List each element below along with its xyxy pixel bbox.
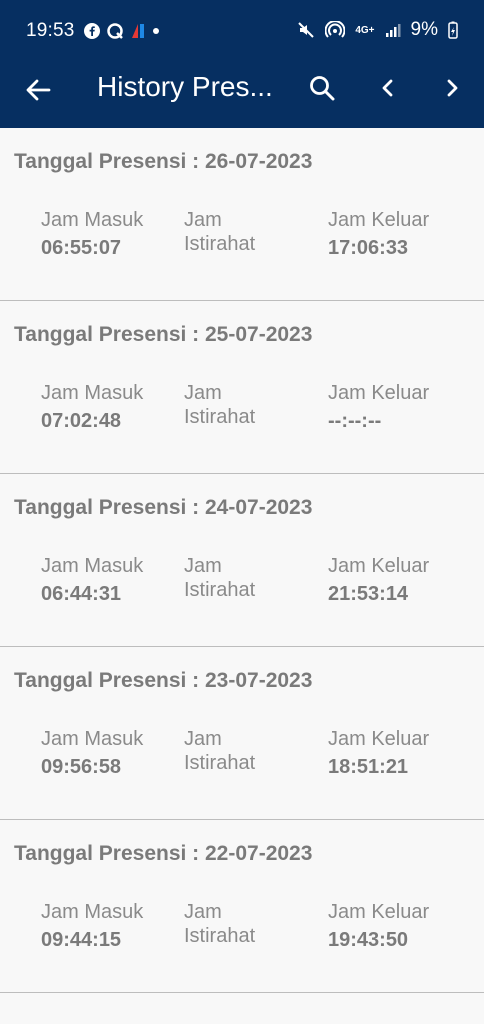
break-label: Jam Istirahat <box>184 555 256 601</box>
check-in-label: Jam Masuk <box>41 209 144 231</box>
check-in-column: Jam Masuk 06:44:31 <box>41 554 143 606</box>
break-column: Jam Istirahat <box>184 381 294 433</box>
check-in-time: 09:56:58 <box>41 756 122 778</box>
mute-icon <box>297 21 315 39</box>
attendance-card[interactable]: Tanggal Presensi : 24-07-2023 Jam Masuk 0… <box>0 474 484 647</box>
check-in-label: Jam Masuk <box>41 728 144 750</box>
check-out-time: 17:06:33 <box>328 237 409 259</box>
check-out-label: Jam Keluar <box>328 728 430 750</box>
dot-icon <box>152 27 160 35</box>
app-q-icon <box>106 22 124 40</box>
chevron-right-icon <box>447 79 458 97</box>
attendance-date: Tanggal Presensi : 23-07-2023 <box>14 669 313 692</box>
status-time: 19:53 <box>26 20 75 41</box>
battery-percent: 9% <box>410 19 438 40</box>
break-column: Jam Istirahat <box>184 208 294 260</box>
break-column: Jam Istirahat <box>184 554 294 606</box>
previous-button[interactable] <box>368 68 408 108</box>
break-column: Jam Istirahat <box>184 900 294 952</box>
check-in-time: 09:44:15 <box>41 929 122 951</box>
break-label: Jam Istirahat <box>184 901 256 947</box>
break-label: Jam Istirahat <box>184 209 256 255</box>
check-out-time: --:--:-- <box>328 410 382 432</box>
check-out-label: Jam Keluar <box>328 382 430 404</box>
page-title: History Pres... <box>97 71 273 102</box>
search-icon <box>310 76 335 101</box>
back-button[interactable] <box>18 70 58 110</box>
check-out-time: 19:43:50 <box>328 929 409 951</box>
check-in-label: Jam Masuk <box>41 901 144 923</box>
check-in-column: Jam Masuk 09:44:15 <box>41 900 143 952</box>
check-out-column: Jam Keluar --:--:-- <box>328 381 429 433</box>
attendance-date: Tanggal Presensi : 22-07-2023 <box>14 842 313 865</box>
attendance-date: Tanggal Presensi : 26-07-2023 <box>14 150 313 173</box>
check-in-column: Jam Masuk 07:02:48 <box>41 381 143 433</box>
break-column: Jam Istirahat <box>184 727 294 779</box>
arrow-left-icon <box>26 79 51 101</box>
status-bar: 19:53 4G+ 9% <box>0 0 484 52</box>
attendance-date: Tanggal Presensi : 25-07-2023 <box>14 323 313 346</box>
check-in-column: Jam Masuk 09:56:58 <box>41 727 143 779</box>
chevron-left-icon <box>382 79 393 97</box>
check-out-label: Jam Keluar <box>328 901 430 923</box>
check-in-label: Jam Masuk <box>41 555 144 577</box>
network-4g-icon: 4G+ <box>355 24 375 36</box>
check-out-time: 18:51:21 <box>328 756 409 778</box>
check-in-label: Jam Masuk <box>41 382 144 404</box>
attendance-history-list: Tanggal Presensi : 26-07-2023 Jam Masuk 0… <box>0 128 484 993</box>
hotspot-icon <box>325 21 346 39</box>
break-label: Jam Istirahat <box>184 728 256 774</box>
app-bar: History Pres... <box>0 52 484 128</box>
attendance-card[interactable]: Tanggal Presensi : 23-07-2023 Jam Masuk 0… <box>0 647 484 820</box>
break-label: Jam Istirahat <box>184 382 256 428</box>
check-out-column: Jam Keluar 21:53:14 <box>328 554 429 606</box>
check-out-column: Jam Keluar 17:06:33 <box>328 208 429 260</box>
battery-icon <box>448 21 458 39</box>
check-in-time: 06:44:31 <box>41 583 122 605</box>
attendance-card[interactable]: Tanggal Presensi : 22-07-2023 Jam Masuk 0… <box>0 820 484 993</box>
check-out-label: Jam Keluar <box>328 209 430 231</box>
app-logo-icon <box>130 22 146 40</box>
check-out-time: 21:53:14 <box>328 583 409 605</box>
signal-icon <box>385 22 401 38</box>
search-button[interactable] <box>302 68 342 108</box>
check-in-time: 07:02:48 <box>41 410 122 432</box>
check-in-time: 06:55:07 <box>41 237 122 259</box>
check-out-column: Jam Keluar 18:51:21 <box>328 727 429 779</box>
check-in-column: Jam Masuk 06:55:07 <box>41 208 143 260</box>
attendance-card[interactable]: Tanggal Presensi : 25-07-2023 Jam Masuk 0… <box>0 301 484 474</box>
facebook-icon <box>84 23 100 39</box>
check-out-label: Jam Keluar <box>328 555 430 577</box>
notification-icons <box>84 22 160 40</box>
attendance-date: Tanggal Presensi : 24-07-2023 <box>14 496 313 519</box>
system-icons: 4G+ 9% <box>297 19 458 41</box>
check-out-column: Jam Keluar 19:43:50 <box>328 900 429 952</box>
attendance-card[interactable]: Tanggal Presensi : 26-07-2023 Jam Masuk 0… <box>0 128 484 301</box>
next-button[interactable] <box>432 68 472 108</box>
